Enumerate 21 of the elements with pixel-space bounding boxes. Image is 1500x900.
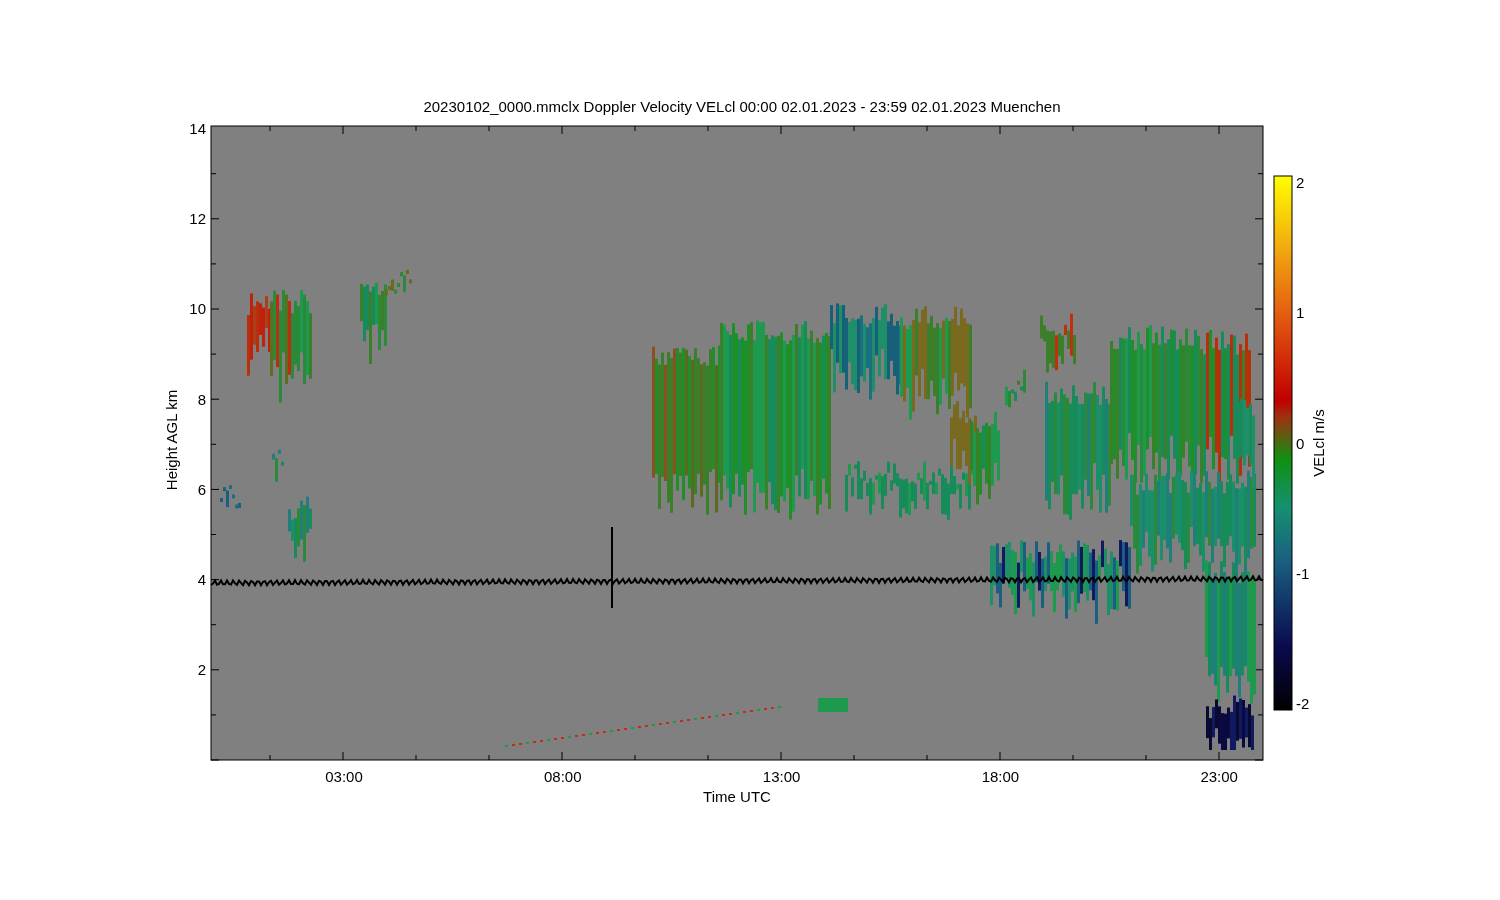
axis-label: Time UTC [703,788,771,805]
tick-label: 8 [197,390,206,408]
colorbar-tick-label: -1 [1296,564,1310,582]
tick-label: 13:00 [762,768,801,785]
tick-label: 6 [197,480,206,498]
colorbar-tick-label: 1 [1296,304,1305,322]
tick-label: 18:00 [981,768,1020,785]
axis-label: Height AGL km [163,389,180,491]
tick-label: 14 [189,120,206,137]
tick-label: 2 [197,661,206,679]
tick-label: 23:00 [1200,768,1238,785]
tick-label: 08:00 [544,768,582,785]
colorbar-tick-label: -2 [1296,695,1310,713]
tick-label: 10 [189,300,206,318]
colorbar-label: VELcl m/s [1310,409,1327,477]
colorbar-tick-label: 0 [1296,434,1305,452]
tick-label: 4 [197,571,206,588]
tick-label: 12 [189,210,206,228]
chart-title: 20230102_0000.mmclx Doppler Velocity VELcl 00:00 02.01.2023 - 23:59 02.01.2023 Muenchen [423,98,1061,115]
tick-label: 03:00 [325,768,363,785]
colorbar-tick-label: 2 [1296,174,1305,191]
